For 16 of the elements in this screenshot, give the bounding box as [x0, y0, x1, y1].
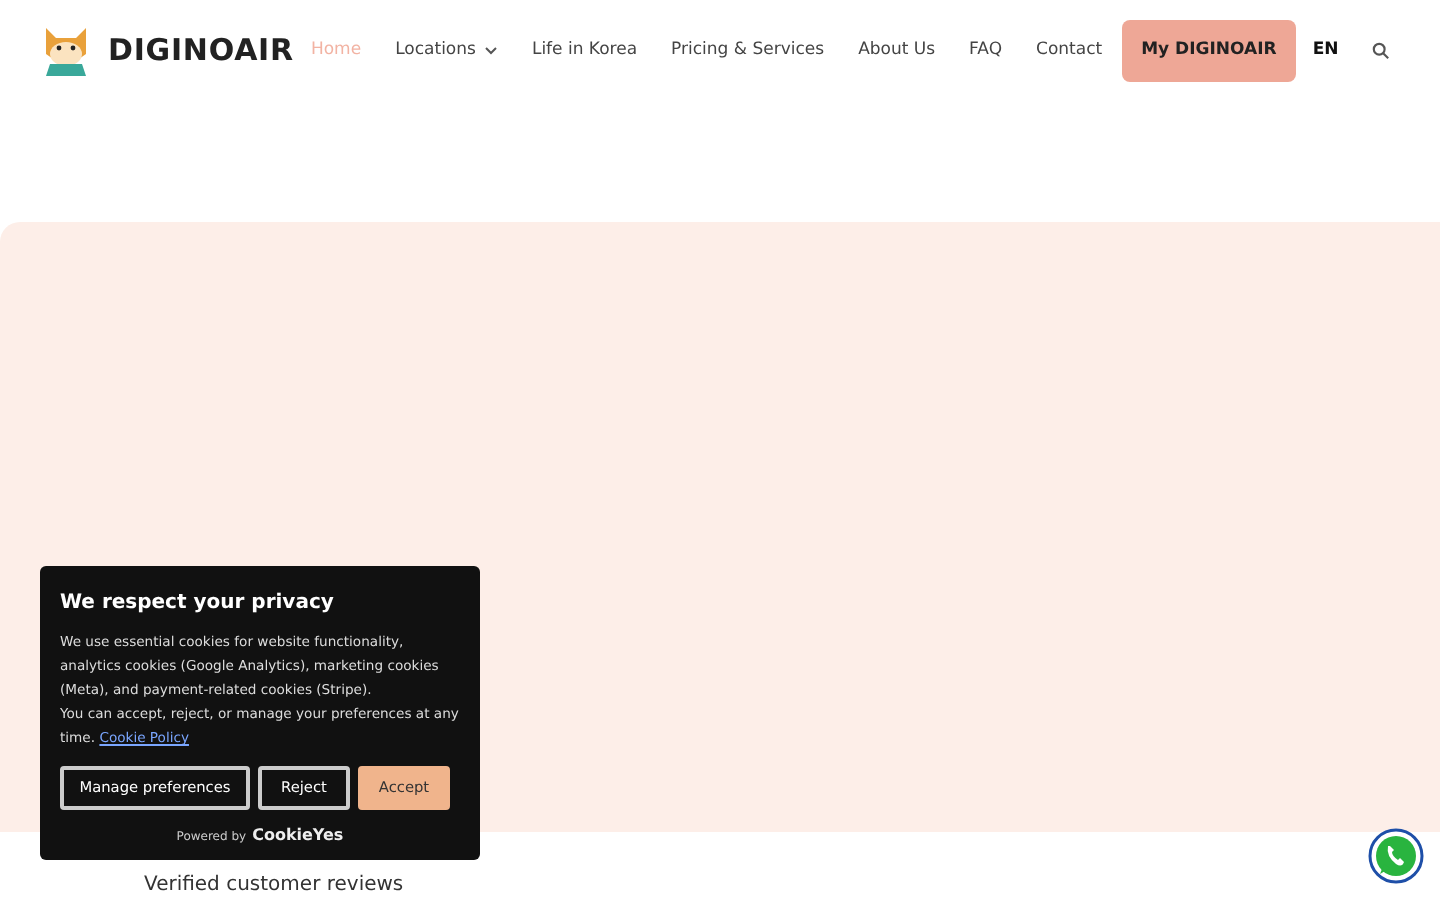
- brand-name[interactable]: DIGINOAIR: [108, 27, 294, 73]
- chevron-down-icon: [483, 45, 498, 55]
- nav-link[interactable]: About Us: [841, 37, 953, 63]
- nav-link[interactable]: Contact: [1019, 37, 1120, 63]
- cookie-title: We respect your privacy: [60, 590, 336, 618]
- nav-link[interactable]: Life in Korea: [514, 37, 655, 63]
- search-icon[interactable]: [1372, 41, 1391, 59]
- language-switcher[interactable]: EN: [1312, 37, 1339, 63]
- nav-link[interactable]: Pricing & Services: [654, 37, 842, 63]
- cookieyes-logo: CookieYes: [252, 824, 344, 848]
- nav-link[interactable]: FAQ: [952, 37, 1020, 63]
- nav-link[interactable]: Locations: [378, 37, 515, 63]
- dog-logo-icon: [40, 22, 92, 78]
- whatsapp-icon[interactable]: [1368, 828, 1424, 884]
- account-button[interactable]: My DIGINOAIR: [1121, 19, 1297, 81]
- section-heading: Verified customer reviews: [144, 874, 404, 896]
